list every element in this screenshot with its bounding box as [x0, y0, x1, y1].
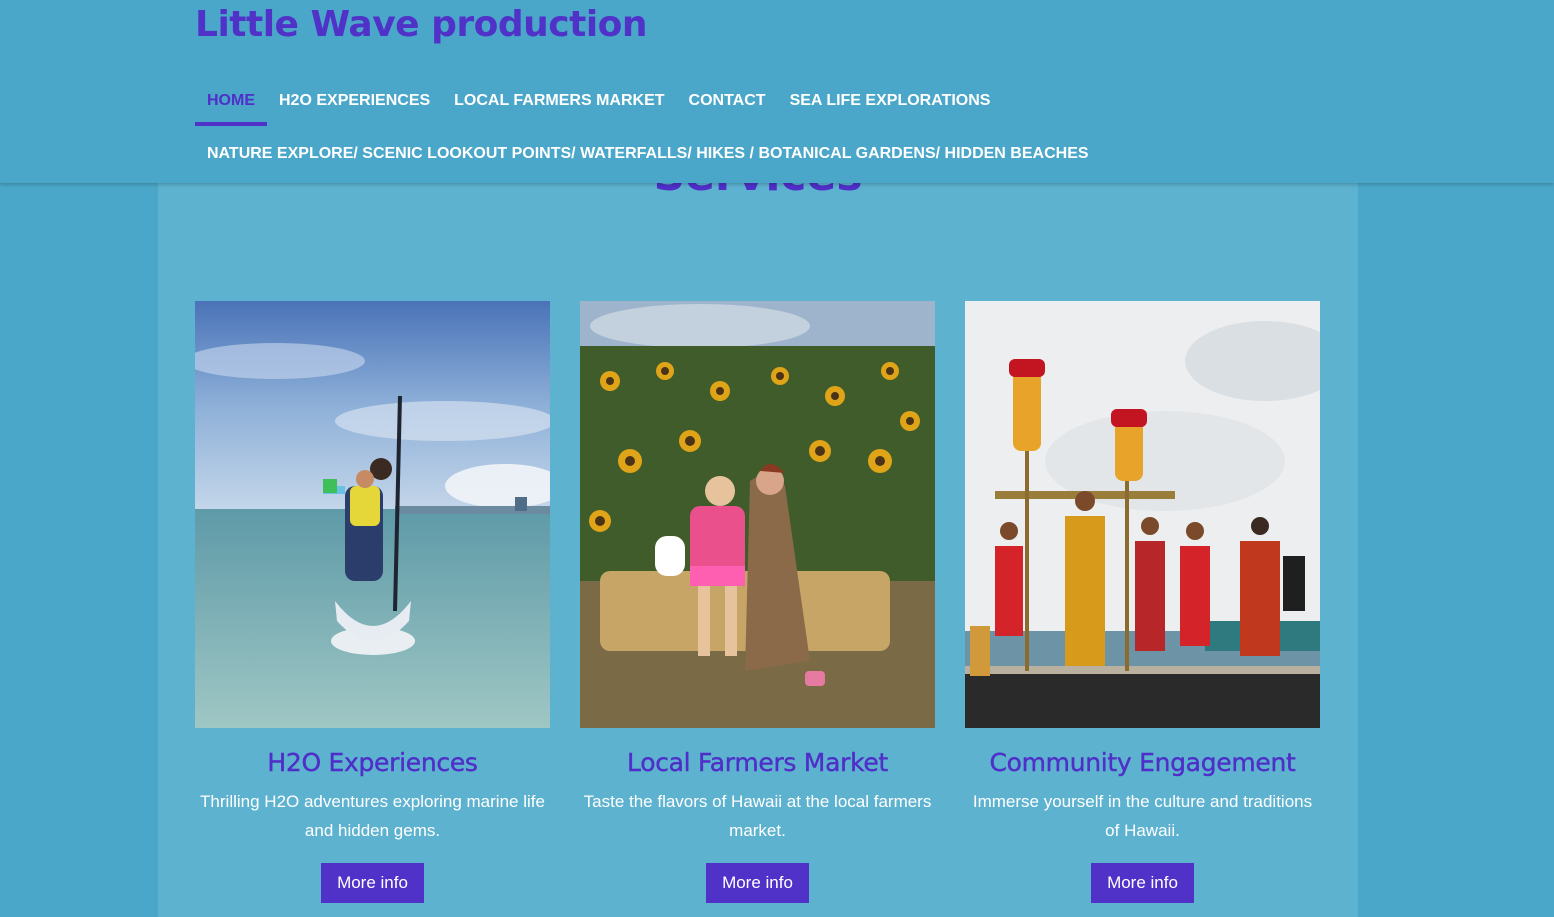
site-title[interactable]: Little Wave production [195, 4, 648, 45]
card-description: Taste the flavors of Hawaii at the local… [583, 792, 932, 840]
service-card-h2o: H2O Experiences Thrilling H2O adventures… [195, 301, 550, 903]
page: Services Little Wave production HOME H2O… [0, 0, 1554, 917]
nav-item-label: H2O EXPERIENCES [279, 92, 431, 109]
hula-illustration [965, 301, 1320, 728]
service-card-community: Community Engagement Immerse yourself in… [965, 301, 1320, 903]
more-info-button[interactable]: More info [706, 863, 809, 903]
nav-item-h2o-experiences[interactable]: H2O EXPERIENCES [267, 77, 442, 125]
paddleboard-illustration [195, 301, 550, 728]
nav-item-label: LOCAL FARMERS MARKET [454, 92, 665, 109]
more-info-button[interactable]: More info [321, 863, 424, 903]
nav-item-label: SEA LIFE EXPLORATIONS [789, 92, 991, 109]
card-title: Local Farmers Market [627, 748, 889, 777]
nav-item-nature-explore[interactable]: NATURE EXPLORE/ SCENIC LOOKOUT POINTS/ W… [195, 134, 1101, 174]
nav-item-home[interactable]: HOME [195, 77, 267, 126]
card-title: H2O Experiences [267, 748, 478, 777]
nav-item-label: HOME [207, 92, 255, 109]
nav-item-contact[interactable]: CONTACT [677, 77, 778, 125]
paddleboard-photo [195, 301, 550, 728]
service-cards: H2O Experiences Thrilling H2O adventures… [195, 301, 1320, 903]
main-nav: HOME H2O EXPERIENCES LOCAL FARMERS MARKE… [195, 77, 1003, 126]
nav-item-local-farmers-market[interactable]: LOCAL FARMERS MARKET [442, 77, 676, 125]
secondary-nav: NATURE EXPLORE/ SCENIC LOOKOUT POINTS/ W… [195, 134, 1101, 174]
nav-item-sea-life-explorations[interactable]: SEA LIFE EXPLORATIONS [778, 77, 1003, 125]
nav-item-label: NATURE EXPLORE/ SCENIC LOOKOUT POINTS/ W… [207, 145, 1089, 162]
more-info-button[interactable]: More info [1091, 863, 1194, 903]
hula-dancers-photo [965, 301, 1320, 728]
site-header: Little Wave production HOME H2O EXPERIEN… [0, 0, 1554, 183]
service-card-farmers-market: Local Farmers Market Taste the flavors o… [580, 301, 935, 903]
sunflower-illustration [580, 301, 935, 728]
sunflower-photo [580, 301, 935, 728]
card-title: Community Engagement [989, 748, 1296, 777]
card-description: Thrilling H2O adventures exploring marin… [200, 792, 545, 840]
nav-item-label: CONTACT [688, 92, 766, 109]
card-description: Immerse yourself in the culture and trad… [972, 792, 1313, 840]
